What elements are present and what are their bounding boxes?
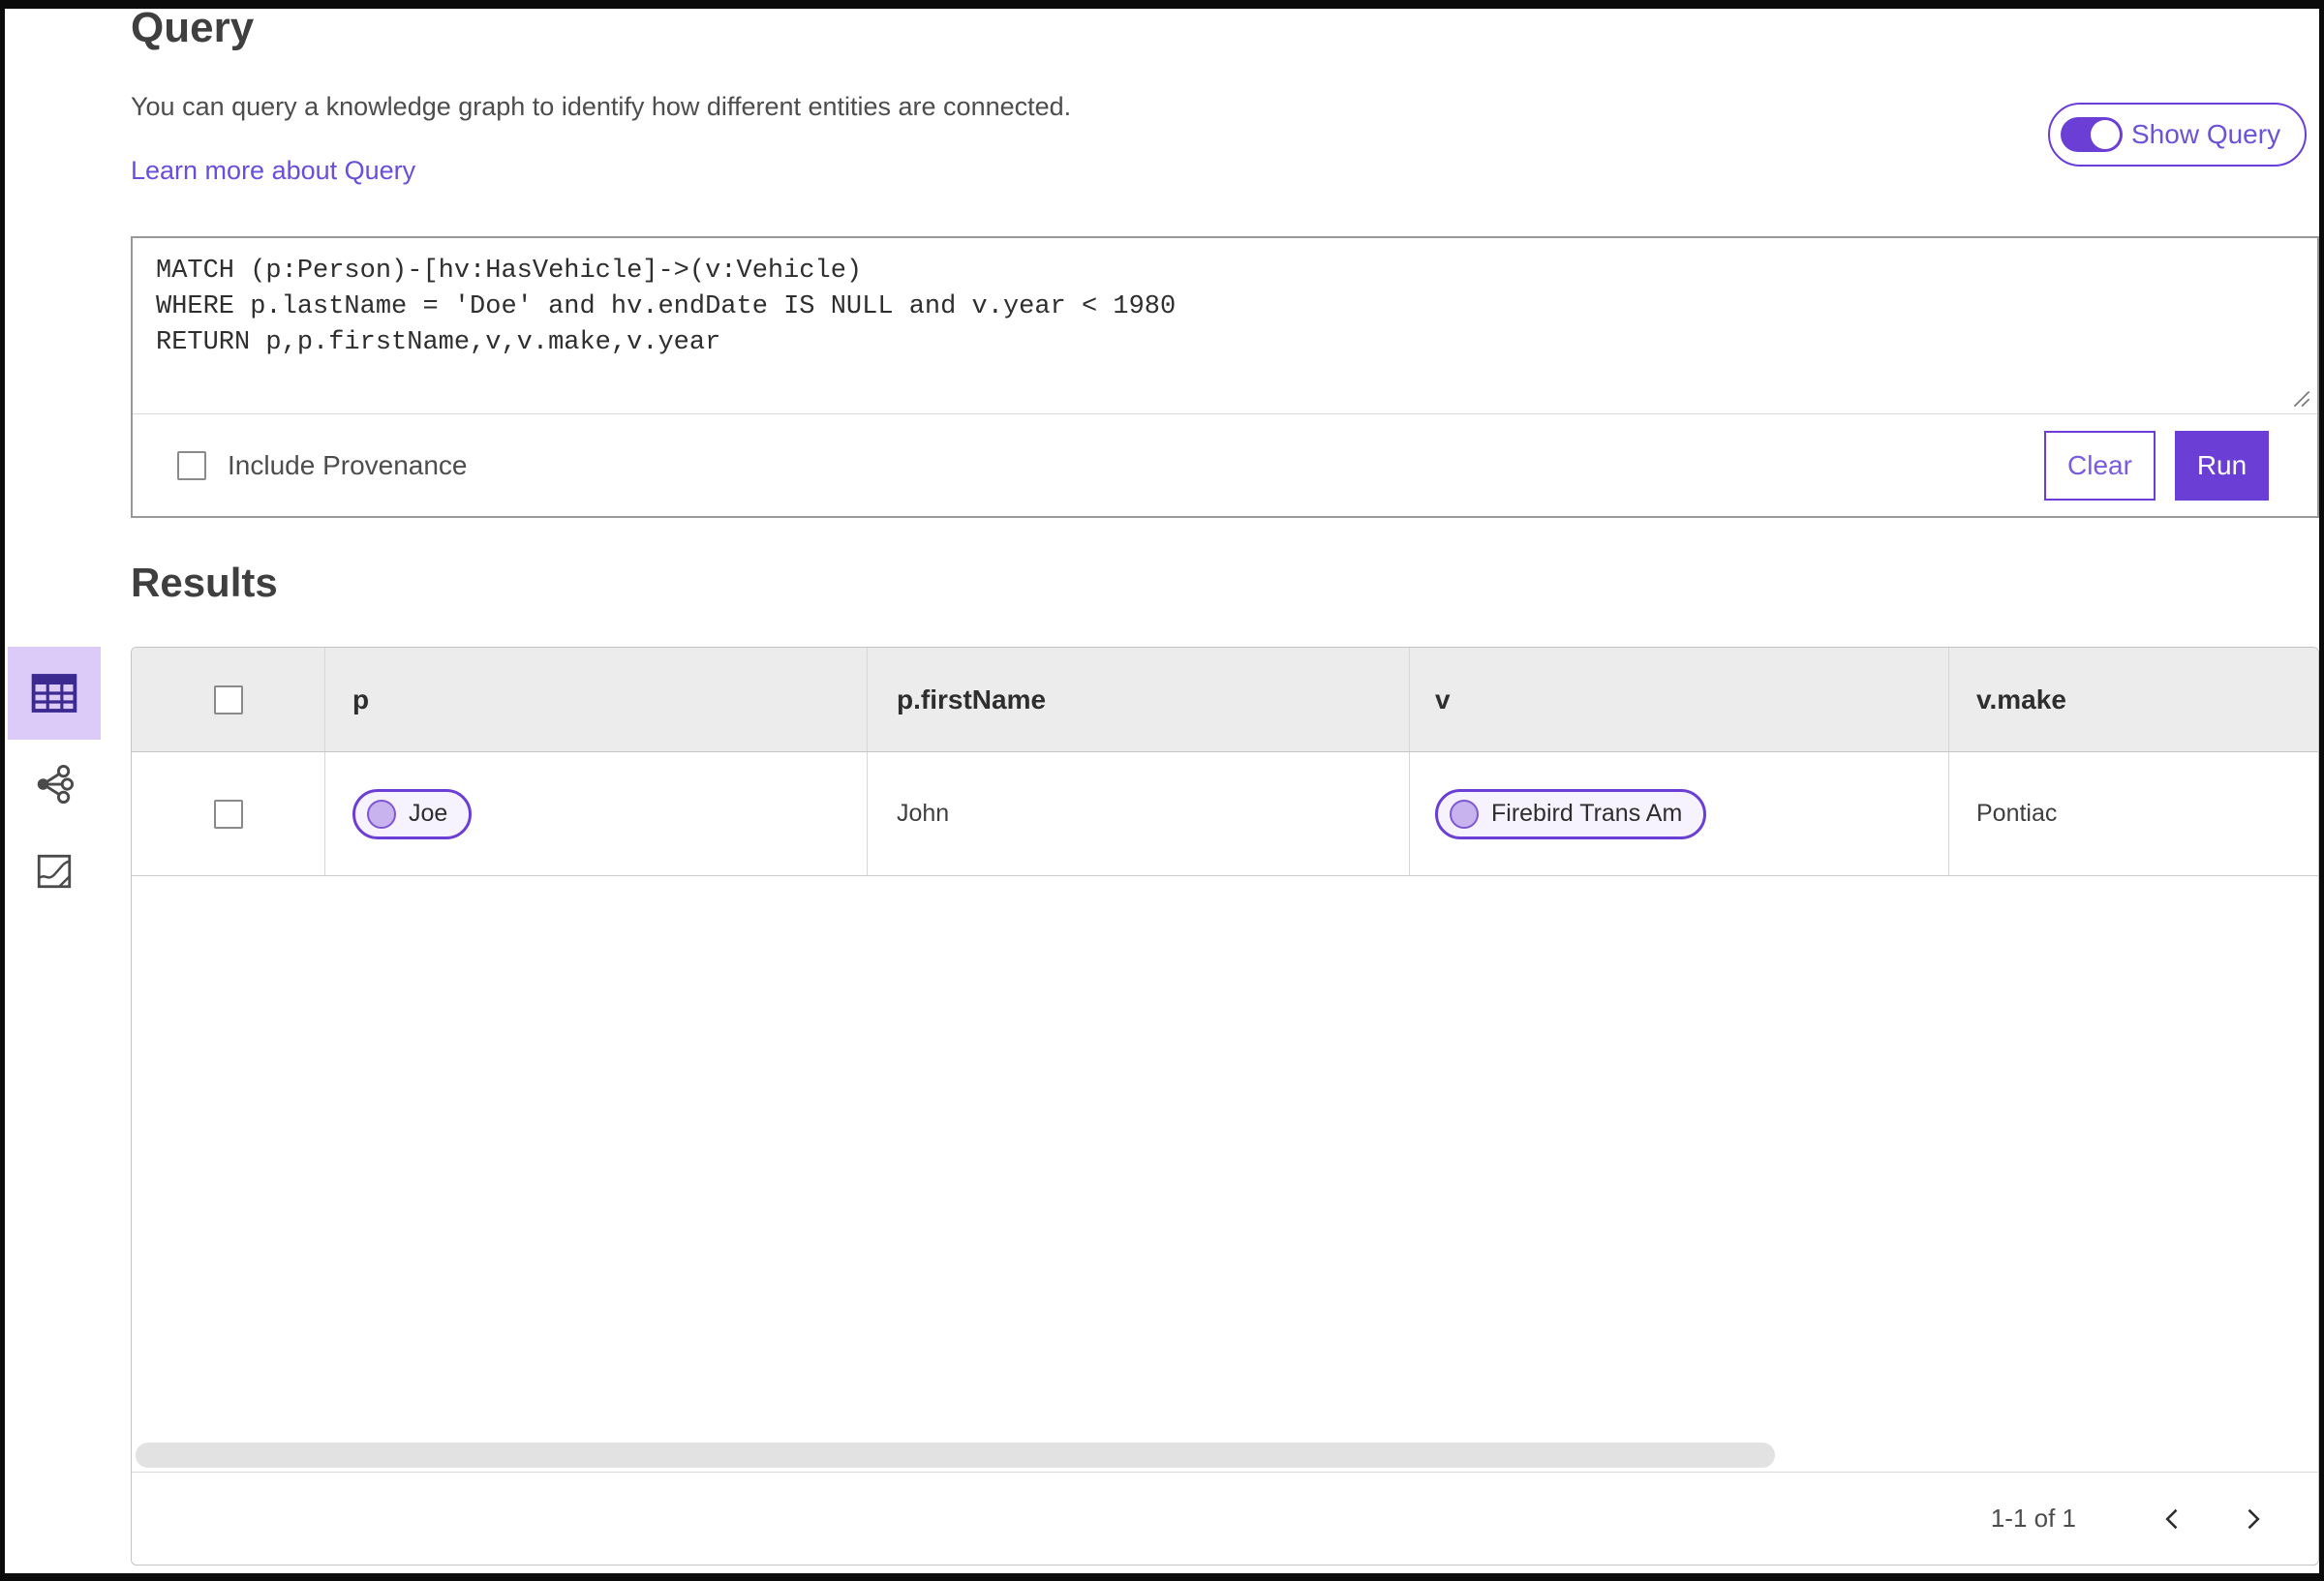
cell-p-firstname: John: [868, 752, 1410, 875]
entity-pill-person[interactable]: Joe: [352, 788, 473, 839]
header-cell-p-firstname[interactable]: p.firstName: [868, 648, 1410, 751]
results-table: p p.firstName v v.make Joe John Firebird…: [131, 647, 2319, 1566]
chevron-right-icon: [2248, 1508, 2260, 1529]
resize-handle-icon[interactable]: [2288, 385, 2313, 410]
entity-pill-vehicle[interactable]: Firebird Trans Am: [1435, 788, 1707, 839]
cell-value: John: [897, 800, 950, 827]
entity-icon: [1450, 799, 1479, 829]
row-checkbox-cell: [132, 752, 325, 875]
header-cell-v-make[interactable]: v.make: [1949, 648, 2318, 751]
tab-table-view[interactable]: [8, 647, 101, 740]
show-query-toggle[interactable]: Show Query: [2048, 103, 2307, 167]
select-all-checkbox[interactable]: [213, 684, 243, 714]
header-checkbox-cell: [132, 648, 325, 751]
learn-more-link[interactable]: Learn more about Query: [131, 156, 415, 186]
column-label: p: [352, 684, 370, 714]
header-cell-v[interactable]: v: [1410, 648, 1949, 751]
run-button[interactable]: Run: [2175, 430, 2269, 501]
query-panel-footer: Include Provenance Clear Run: [133, 413, 2317, 516]
table-row: Joe John Firebird Trans Am Pontiac: [132, 752, 2318, 876]
next-page-button[interactable]: [2223, 1490, 2281, 1548]
column-label: p.firstName: [897, 684, 1047, 714]
toggle-switch-icon[interactable]: [2061, 117, 2123, 152]
include-provenance-label: Include Provenance: [228, 449, 468, 480]
horizontal-scrollbar: [132, 1440, 2318, 1472]
tab-map-view[interactable]: [8, 835, 101, 908]
table-footer: 1-1 of 1: [132, 1472, 2318, 1565]
entity-label: Joe: [409, 800, 448, 827]
previous-page-button[interactable]: [2144, 1490, 2202, 1548]
pagination-range: 1-1 of 1: [1990, 1504, 2076, 1533]
table-empty-area: [132, 876, 2318, 1440]
chevron-left-icon: [2165, 1508, 2178, 1529]
header-cell-p[interactable]: p: [325, 648, 868, 751]
cell-p: Joe: [325, 752, 868, 875]
cell-v-make: Pontiac: [1949, 752, 2318, 875]
column-label: v.make: [1976, 684, 2066, 714]
page-title: Query: [131, 4, 255, 51]
table-view-icon: [31, 674, 77, 713]
graph-view-icon: [37, 764, 75, 805]
entity-icon: [367, 799, 396, 829]
entity-label: Firebird Trans Am: [1491, 800, 1683, 827]
show-query-label: Show Query: [2131, 119, 2281, 149]
toggle-knob: [2091, 120, 2120, 149]
tab-graph-view[interactable]: [8, 747, 101, 821]
cell-value: Pontiac: [1976, 800, 2058, 827]
query-panel: MATCH (p:Person)-[hv:HasVehicle]->(v:Veh…: [131, 236, 2319, 518]
query-code-editor[interactable]: MATCH (p:Person)-[hv:HasVehicle]->(v:Veh…: [133, 238, 2317, 412]
map-view-icon: [37, 854, 72, 889]
page-description: You can query a knowledge graph to ident…: [131, 92, 1072, 121]
column-label: v: [1435, 684, 1451, 714]
cell-v: Firebird Trans Am: [1410, 752, 1949, 875]
row-checkbox[interactable]: [213, 799, 243, 829]
results-title: Results: [131, 560, 278, 605]
clear-button[interactable]: Clear: [2044, 430, 2156, 501]
table-header-row: p p.firstName v v.make: [132, 648, 2318, 752]
scrollbar-thumb[interactable]: [136, 1443, 1775, 1468]
include-provenance-checkbox[interactable]: [177, 450, 206, 480]
